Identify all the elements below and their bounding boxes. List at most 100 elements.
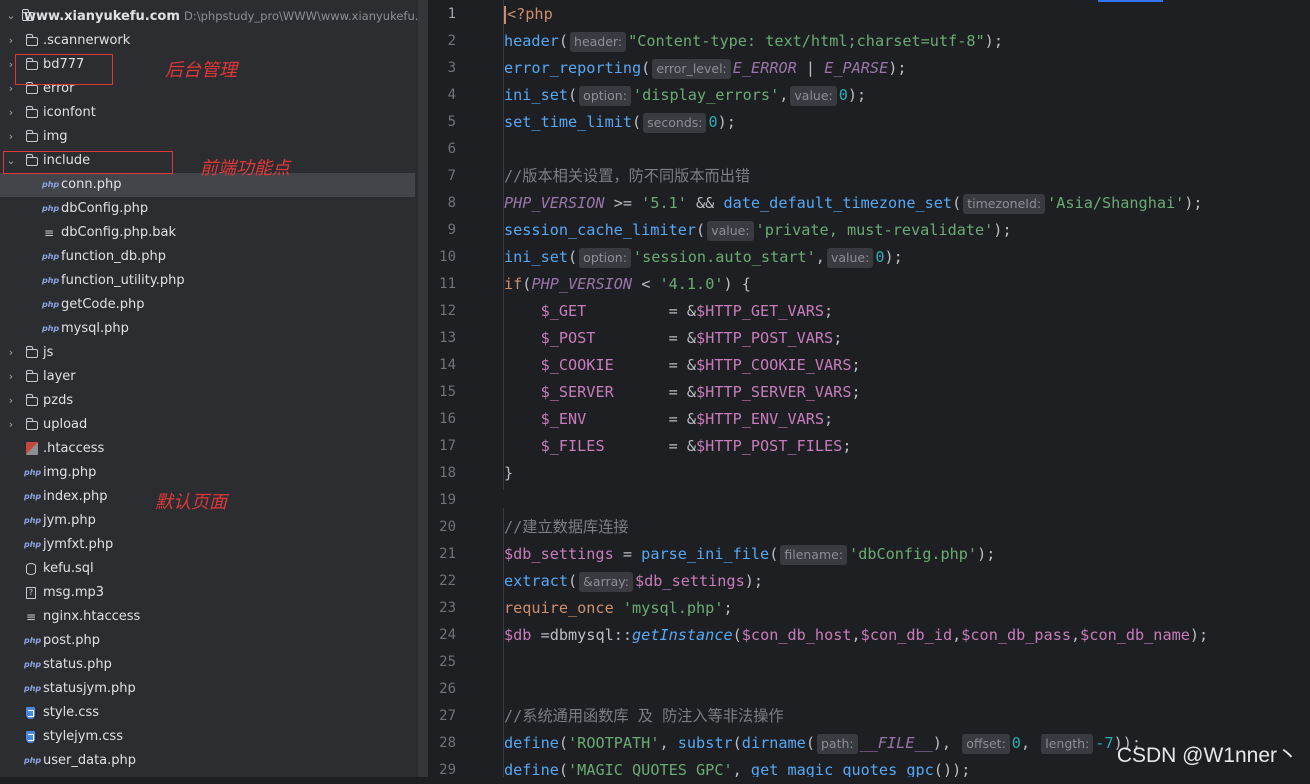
file-function-utility-php[interactable]: php function_utility.php — [0, 269, 415, 293]
php-file-icon: php — [24, 468, 42, 477]
code-token: 'dbConfig.php' — [849, 545, 978, 563]
code-line[interactable]: ini_set(option:'session.auto_start', valu… — [504, 244, 903, 271]
file-tree-label: upload — [43, 417, 88, 432]
parameter-hint: path: — [816, 734, 858, 754]
code-token: if — [504, 275, 523, 293]
code-editor[interactable]: <?php header(header: "Content-type: text/h… — [498, 0, 1310, 777]
file-tree-label: jym.php — [43, 513, 96, 528]
file-htaccess[interactable]: .htaccess — [0, 437, 415, 461]
php-file-icon: php — [42, 180, 60, 189]
code-line[interactable]: $_SERVER = &$HTTP_SERVER_VARS; — [504, 379, 861, 406]
file-tree-label: msg.mp3 — [43, 585, 105, 600]
code-line[interactable]: require_once 'mysql.php'; — [504, 595, 733, 622]
file-getcode-php[interactable]: php getCode.php — [0, 293, 415, 317]
line-number: 7 — [447, 168, 456, 184]
text-file-icon: ≡ — [26, 610, 37, 624]
folder-js[interactable]: › js — [0, 341, 415, 365]
folder-img[interactable]: › img — [0, 125, 415, 149]
file-img-php[interactable]: php img.php — [0, 461, 415, 485]
folder-scannerwork[interactable]: › .scannerwork — [0, 29, 415, 53]
folder-icon — [26, 394, 38, 406]
code-token: ); — [847, 86, 867, 104]
file-statusjym-php[interactable]: php statusjym.php — [0, 677, 415, 701]
code-token: <?php — [507, 5, 553, 23]
file-dbconfig-bak[interactable]: ≡ dbConfig.php.bak — [0, 221, 415, 245]
php-file-icon: php — [24, 636, 42, 645]
chevron-right-icon[interactable]: › — [6, 365, 16, 389]
folder-icon — [26, 418, 38, 430]
file-jymfxt-php[interactable]: php jymfxt.php — [0, 533, 415, 557]
chevron-right-icon[interactable]: › — [6, 341, 16, 365]
file-tree-label: conn.php — [61, 177, 122, 192]
file-msg-mp3[interactable]: ? msg.mp3 — [0, 581, 415, 605]
code-token: $_POST — [540, 329, 596, 347]
folder-icon — [26, 346, 38, 358]
file-tree-label: index.php — [43, 489, 108, 504]
code-line[interactable]: define('MAGIC_QUOTES_GPC', get_magic_quo… — [504, 757, 970, 777]
file-tree-label: layer — [43, 369, 76, 384]
code-line[interactable]: $_FILES = &$HTTP_POST_FILES; — [504, 433, 852, 460]
code-token: ( — [568, 572, 578, 590]
chevron-right-icon[interactable]: › — [6, 125, 16, 149]
annotation-frontend: 前端功能点 — [200, 158, 290, 179]
file-style-css[interactable]: style.css — [0, 701, 415, 725]
chevron-right-icon[interactable]: › — [6, 413, 16, 437]
code-token: = & — [613, 383, 697, 401]
code-line[interactable]: $db_settings = parse_ini_file(filename: '… — [504, 541, 995, 568]
code-token: $HTTP_SERVER_VARS — [696, 383, 852, 401]
line-number: 11 — [439, 276, 456, 292]
folder-iconfont[interactable]: › iconfont — [0, 101, 415, 125]
code-token: , — [815, 248, 825, 266]
chevron-right-icon[interactable]: › — [6, 29, 16, 53]
code-token: , — [1020, 734, 1040, 752]
file-function-db-php[interactable]: php function_db.php — [0, 245, 415, 269]
code-line[interactable]: //建立数据库连接 — [504, 514, 629, 541]
code-line[interactable]: error_reporting(error_level: E_ERROR | E_… — [504, 55, 907, 82]
file-nginx-htaccess[interactable]: ≡ nginx.htaccess — [0, 605, 415, 629]
code-line[interactable]: if(PHP_VERSION < '4.1.0') { — [504, 271, 751, 298]
code-line[interactable]: $db =dbmysql::getInstance($con_db_host,$… — [504, 622, 1208, 649]
line-number: 13 — [439, 330, 456, 346]
code-line[interactable]: session_cache_limiter(value:'private, mu… — [504, 217, 1012, 244]
code-token: -7 — [1095, 734, 1114, 752]
chevron-right-icon[interactable]: › — [6, 101, 16, 125]
file-mysql-php[interactable]: php mysql.php — [0, 317, 415, 341]
code-line[interactable]: <?php — [504, 1, 553, 28]
code-line[interactable]: define('ROOTPATH', substr(dirname(path: _… — [504, 730, 1141, 757]
file-tree-label: function_utility.php — [61, 273, 185, 288]
chevron-right-icon[interactable]: › — [6, 389, 16, 413]
file-status-php[interactable]: php status.php — [0, 653, 415, 677]
code-line[interactable]: $_GET = &$HTTP_GET_VARS; — [504, 298, 834, 325]
code-line[interactable]: PHP_VERSION >= '5.1' && date_default_tim… — [504, 190, 1203, 217]
file-stylejym-css[interactable]: stylejym.css — [0, 725, 415, 749]
parameter-hint: error_level: — [652, 59, 731, 79]
folder-layer[interactable]: › layer — [0, 365, 415, 389]
code-line[interactable]: $_ENV = &$HTTP_ENV_VARS; — [504, 406, 834, 433]
project-root-row[interactable]: ⌄ www.xianyukefu.com D:\phpstudy_pro\WWW… — [0, 4, 420, 28]
code-line[interactable]: set_time_limit(seconds: 0); — [504, 109, 736, 136]
code-line[interactable]: $_POST = &$HTTP_POST_VARS; — [504, 325, 843, 352]
file-user-data-php[interactable]: php user_data.php — [0, 749, 415, 773]
line-number: 5 — [447, 114, 456, 130]
code-token: $_FILES — [540, 437, 605, 455]
chevron-down-icon[interactable]: ⌄ — [6, 4, 16, 28]
file-post-php[interactable]: php post.php — [0, 629, 415, 653]
code-token: 'ROOTPATH' — [568, 734, 660, 752]
folder-upload[interactable]: › upload — [0, 413, 415, 437]
code-line[interactable]: ini_set(option:'display_errors', value: 0)… — [504, 82, 866, 109]
code-line[interactable]: $_COOKIE = &$HTTP_COOKIE_VARS; — [504, 352, 861, 379]
code-line[interactable]: extract(&array: $db_settings); — [504, 568, 763, 595]
parameter-hint: value: — [826, 248, 874, 268]
code-line[interactable]: //系统通用函数库 及 防注入等非法操作 — [504, 703, 784, 730]
code-line[interactable]: //版本相关设置，防不同版本而出错 — [504, 163, 750, 190]
code-line[interactable]: header(header: "Content-type: text/html;c… — [504, 28, 1003, 55]
code-token: set_time_limit — [504, 113, 633, 131]
parameter-hint: offset: — [962, 734, 1010, 754]
php-file-icon: php — [42, 276, 60, 285]
folder-pzds[interactable]: › pzds — [0, 389, 415, 413]
file-dbconfig-php[interactable]: php dbConfig.php — [0, 197, 415, 221]
code-token: ) { — [723, 275, 751, 293]
code-line[interactable]: } — [504, 460, 513, 487]
sidebar-splitter[interactable] — [418, 0, 428, 777]
file-kefu-sql[interactable]: kefu.sql — [0, 557, 415, 581]
